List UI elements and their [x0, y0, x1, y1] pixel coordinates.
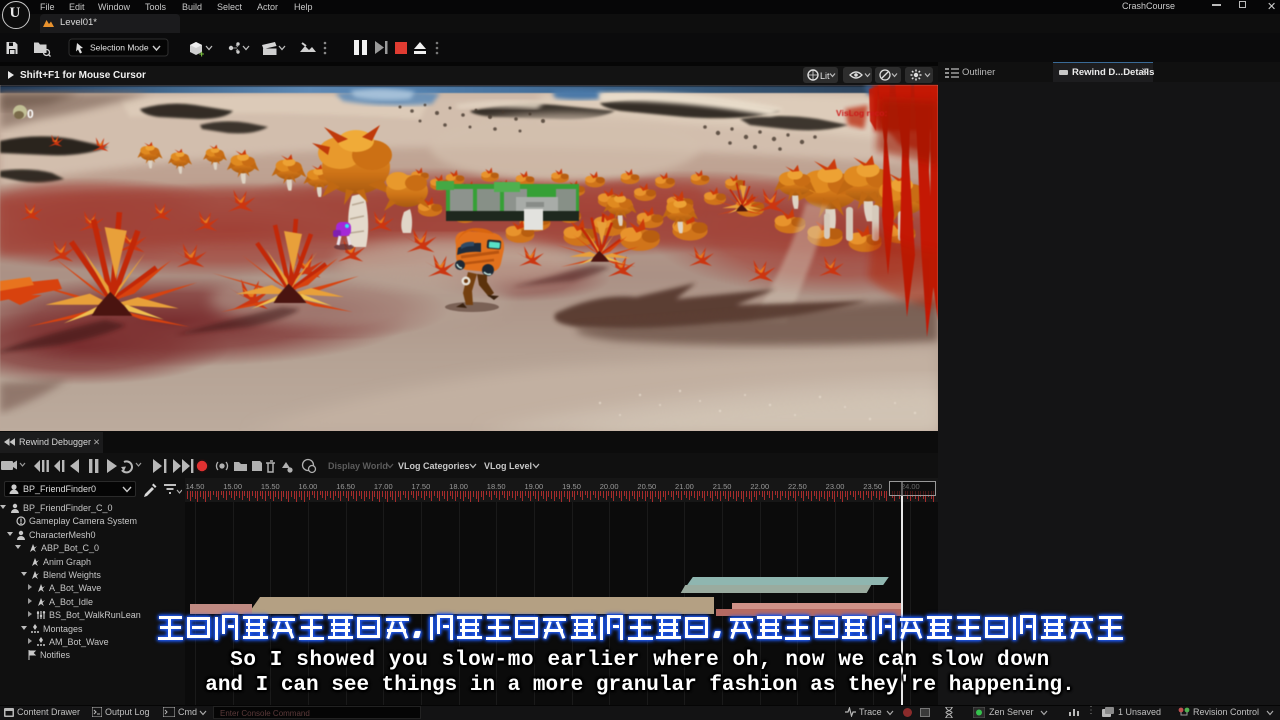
- svg-text:+: +: [199, 49, 204, 59]
- svg-text:Lit: Lit: [820, 71, 830, 81]
- svg-text:0: 0: [27, 107, 34, 121]
- svg-text:Selection Mode: Selection Mode: [90, 43, 149, 53]
- svg-text:VisLog reco:: VisLog reco:: [836, 108, 887, 118]
- svg-text:VLog Level: VLog Level: [484, 461, 532, 471]
- svg-text:Display World: Display World: [328, 461, 388, 471]
- svg-text:VLog Categories: VLog Categories: [398, 461, 470, 471]
